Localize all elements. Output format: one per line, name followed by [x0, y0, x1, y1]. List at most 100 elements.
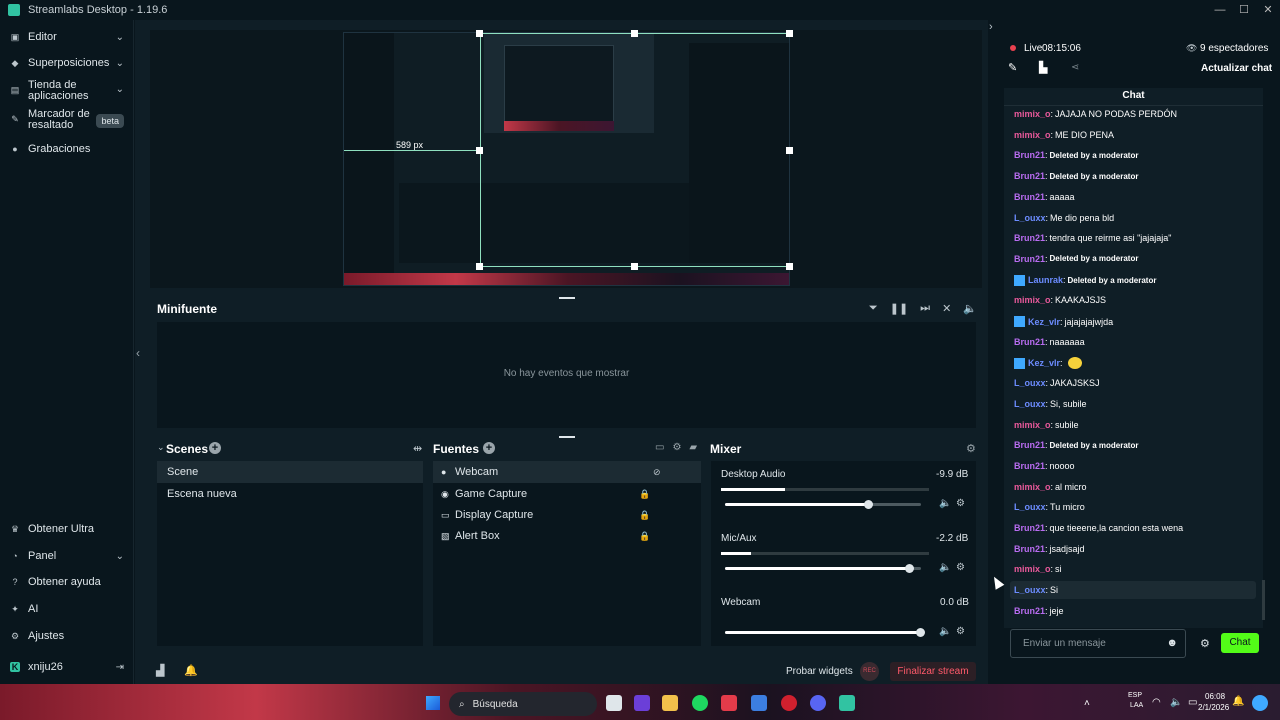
chat-username[interactable]: Launrak: [1028, 275, 1063, 285]
streamlabs-taskbar-icon[interactable]: [839, 695, 855, 711]
add-scene-icon[interactable]: +: [209, 442, 221, 454]
taskbar-search[interactable]: ⌕ Búsqueda: [449, 692, 597, 716]
chat-username[interactable]: mimix_o: [1014, 109, 1051, 119]
sidebar-item-store[interactable]: ▤ Tienda de aplicaciones ⌄: [0, 80, 134, 102]
sidebar-item-panel[interactable]: ◔ Panel ⌄: [0, 549, 134, 563]
source-item[interactable]: ▭ Display Capture: [441, 509, 533, 521]
chat-username[interactable]: mimix_o: [1014, 564, 1051, 574]
collapse-left-icon[interactable]: ‹: [136, 346, 140, 360]
store-app-icon[interactable]: [751, 695, 767, 711]
spotify-icon[interactable]: [692, 695, 708, 711]
sidebar-item-recordings[interactable]: ● Grabaciones: [0, 142, 134, 156]
drag-handle[interactable]: [559, 297, 575, 299]
chat-username[interactable]: Brun21: [1014, 337, 1045, 347]
pause-icon[interactable]: ❚❚: [890, 302, 908, 315]
gear-icon[interactable]: ⚙: [956, 498, 965, 509]
sidebar-item-editor[interactable]: ▣ Editor ⌄: [0, 30, 134, 44]
resize-handle[interactable]: [786, 30, 793, 37]
volume-icon[interactable]: 🔈: [963, 302, 977, 315]
chat-username[interactable]: Brun21: [1014, 606, 1045, 616]
chat-username[interactable]: L_ouxx: [1014, 399, 1046, 409]
filter-icon[interactable]: ⏷: [869, 302, 878, 315]
test-widgets-button[interactable]: Probar widgets: [786, 666, 853, 677]
source-settings-icon[interactable]: ⚙: [672, 442, 681, 453]
resize-handle[interactable]: [786, 147, 793, 154]
emoji-icon[interactable]: ☻: [1166, 637, 1178, 649]
resize-handle[interactable]: [476, 263, 483, 270]
gear-icon[interactable]: ⚙: [956, 562, 965, 573]
clock-time[interactable]: 06:08: [1205, 692, 1225, 701]
app-icon[interactable]: [721, 695, 737, 711]
volume-slider[interactable]: [725, 500, 921, 509]
drag-handle[interactable]: [559, 436, 575, 438]
chat-input[interactable]: Enviar un mensaje ☻: [1010, 629, 1186, 658]
resize-handle[interactable]: [786, 263, 793, 270]
source-item[interactable]: ◉ Game Capture: [441, 488, 527, 500]
scene-transition-icon[interactable]: ⇹: [413, 442, 422, 455]
selection-box[interactable]: [480, 33, 789, 267]
notification-icon[interactable]: 🔔: [1232, 696, 1244, 707]
chat-username[interactable]: mimix_o: [1014, 295, 1051, 305]
discord-icon[interactable]: [810, 695, 826, 711]
chat-username[interactable]: Brun21: [1014, 233, 1045, 243]
gear-icon[interactable]: ⚙: [966, 442, 976, 455]
gear-icon[interactable]: ⚙: [956, 626, 965, 637]
refresh-chat-button[interactable]: Actualizar chat: [1201, 63, 1272, 74]
chat-username[interactable]: Brun21: [1014, 440, 1045, 450]
battery-icon[interactable]: ▭: [1188, 697, 1197, 708]
chat-username[interactable]: L_ouxx: [1014, 213, 1046, 223]
lock-icon[interactable]: 🔒: [639, 510, 650, 521]
minimize-icon[interactable]: —: [1208, 0, 1232, 20]
resize-handle[interactable]: [476, 147, 483, 154]
skip-icon[interactable]: ⏭: [920, 302, 930, 315]
chat-username[interactable]: L_ouxx: [1014, 378, 1046, 388]
clip-icon[interactable]: ▙: [1039, 61, 1047, 74]
resize-handle[interactable]: [631, 30, 638, 37]
chevron-down-icon[interactable]: ⌄: [157, 442, 165, 453]
send-chat-button[interactable]: Chat: [1221, 633, 1259, 653]
windows-start-icon[interactable]: [426, 696, 440, 710]
gear-icon[interactable]: ⚙: [1200, 637, 1210, 650]
copilot-icon[interactable]: [1252, 695, 1268, 711]
chat-username[interactable]: Brun21: [1014, 544, 1045, 554]
source-item[interactable]: ● Webcam: [441, 466, 498, 478]
chat-username[interactable]: Kez_vlr: [1028, 317, 1060, 327]
visibility-off-icon[interactable]: ⊘: [653, 467, 661, 478]
chat-username[interactable]: Brun21: [1014, 461, 1045, 471]
lock-icon[interactable]: 🔒: [639, 531, 650, 542]
chat-username[interactable]: Brun21: [1014, 171, 1045, 181]
chat-username[interactable]: mimix_o: [1014, 482, 1051, 492]
resize-handle[interactable]: [476, 30, 483, 37]
folder-icon[interactable]: ▰: [689, 442, 697, 453]
sidebar-item-overlays[interactable]: ◆ Superposiciones ⌄: [0, 56, 134, 70]
end-stream-button[interactable]: Finalizar stream: [890, 662, 976, 681]
stats-icon[interactable]: ▟: [156, 664, 164, 677]
wifi-icon[interactable]: ◠: [1152, 697, 1161, 708]
lock-icon[interactable]: 🔒: [639, 489, 650, 500]
chat-username[interactable]: Brun21: [1014, 192, 1045, 202]
sidebar-item-ultra[interactable]: ♛ Obtener Ultra: [0, 522, 134, 536]
chat-username[interactable]: mimix_o: [1014, 420, 1051, 430]
file-explorer-icon[interactable]: [662, 695, 678, 711]
chat-username[interactable]: mimix_o: [1014, 130, 1051, 140]
chat-username[interactable]: Kez_vlr: [1028, 358, 1060, 368]
chat-username[interactable]: Brun21: [1014, 523, 1045, 533]
stream-preview[interactable]: 589 px: [343, 32, 790, 286]
speaker-icon[interactable]: 🔈: [939, 498, 951, 509]
app-icon[interactable]: [634, 695, 650, 711]
record-button[interactable]: REC: [860, 662, 879, 681]
sidebar-item-highlighter[interactable]: ✎ Marcador de resaltado beta: [0, 109, 134, 131]
chevron-up-icon[interactable]: ˄: [1084, 698, 1090, 709]
notification-bell-icon[interactable]: 🔔: [184, 664, 198, 677]
source-item[interactable]: ▧ Alert Box: [441, 530, 500, 542]
sidebar-item-help[interactable]: ? Obtener ayuda: [0, 575, 134, 589]
mute-alerts-icon[interactable]: ✕: [942, 302, 951, 315]
add-source-icon[interactable]: +: [483, 442, 495, 454]
edit-icon[interactable]: ✎: [1008, 61, 1017, 74]
volume-slider[interactable]: [725, 628, 925, 637]
speaker-icon[interactable]: 🔈: [939, 562, 951, 573]
source-group-icon[interactable]: ▭: [655, 442, 664, 453]
sidebar-item-settings[interactable]: ⚙ Ajustes: [0, 629, 134, 643]
chat-username[interactable]: L_ouxx: [1014, 502, 1046, 512]
chat-username[interactable]: Brun21: [1014, 150, 1045, 160]
